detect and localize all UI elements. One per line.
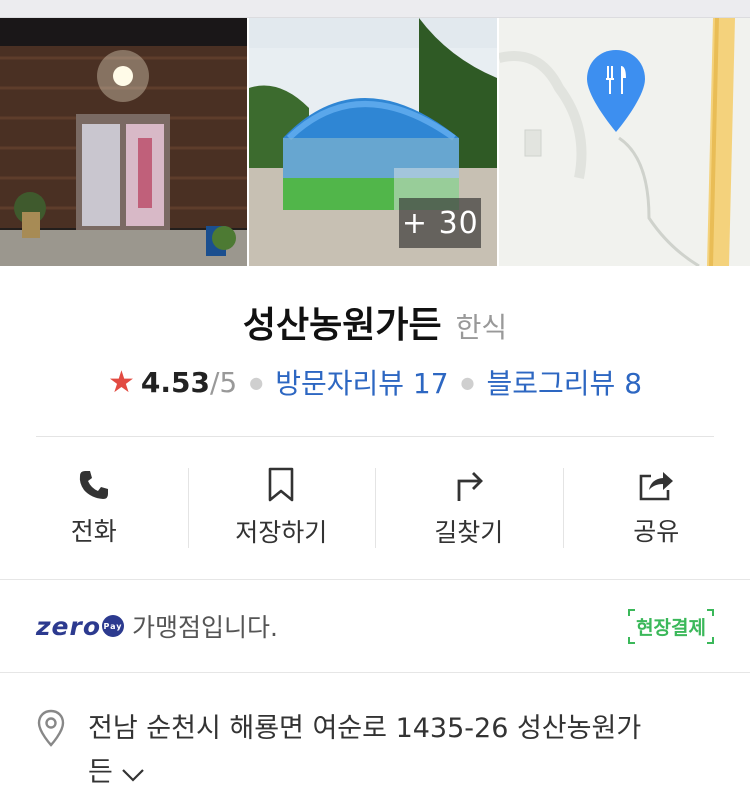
share-icon (637, 468, 675, 502)
share-button[interactable]: 공유 (562, 468, 750, 548)
restaurant-pin-icon[interactable] (585, 48, 647, 138)
address-text: 전남 순천시 해룡면 여순로 1435-26 성산농원가 든 (88, 707, 641, 786)
address-line-2-wrap: 든 (88, 751, 641, 786)
onsite-payment-label: 현장결제 (636, 616, 706, 639)
call-button[interactable]: 전화 (0, 468, 188, 548)
address-line-1: 전남 순천시 해룡면 여순로 1435-26 성산농원가 (88, 713, 642, 744)
zeropay-text: 가맹점입니다. (132, 613, 278, 642)
save-label: 저장하기 (235, 518, 328, 547)
zeropay-info: zero Pay 가맹점입니다. (36, 608, 278, 644)
address-line-2: 든 (88, 757, 113, 786)
zeropay-logo-badge: Pay (102, 615, 125, 637)
zeropay-logo: zero Pay (36, 611, 125, 641)
rating-out-of: /5 (209, 365, 238, 399)
save-button[interactable]: 저장하기 (187, 467, 376, 548)
photo-tent[interactable]: + 30 (249, 18, 497, 266)
storefront-image (0, 18, 248, 266)
zeropay-logo-text: zero (36, 611, 102, 641)
photo-storefront[interactable] (0, 18, 248, 266)
rating-score: 4.53 (140, 365, 210, 399)
location-pin-icon (36, 707, 70, 786)
chevron-down-icon[interactable] (121, 752, 145, 786)
title-line: 성산농원가든 한식 (0, 296, 750, 348)
directions-label: 길찾기 (434, 518, 504, 547)
separator-dot: ● (460, 372, 475, 392)
map-thumbnail[interactable] (498, 18, 750, 266)
photo-strip: + 30 (0, 18, 750, 266)
onsite-payment-badge: 현장결제 (628, 608, 714, 644)
blog-reviews-link[interactable]: 블로그리뷰 8 (487, 362, 643, 402)
rating-line: ★ 4.53 /5 ● 방문자리뷰 17 ● 블로그리뷰 8 (0, 362, 750, 402)
action-bar: 전화 저장하기 길찾기 공유 (0, 437, 750, 579)
place-category: 한식 (455, 311, 508, 344)
directions-icon (453, 467, 485, 503)
phone-icon (77, 468, 111, 502)
visitor-reviews-link[interactable]: 방문자리뷰 17 (275, 362, 448, 402)
directions-button[interactable]: 길찾기 (375, 468, 563, 548)
address-row[interactable]: 전남 순천시 해룡면 여순로 1435-26 성산농원가 든 (0, 673, 750, 786)
star-icon: ★ (107, 364, 135, 400)
separator-dot: ● (249, 372, 264, 392)
call-label: 전화 (70, 517, 117, 546)
bookmark-icon (266, 467, 296, 503)
place-name: 성산농원가든 (242, 305, 442, 346)
share-label: 공유 (633, 517, 680, 546)
top-bar (0, 0, 750, 18)
zeropay-row: zero Pay 가맹점입니다. 현장결제 (0, 580, 750, 672)
more-photos-badge[interactable]: + 30 (399, 198, 482, 248)
place-header: 성산농원가든 한식 ★ 4.53 /5 ● 방문자리뷰 17 ● 블로그리뷰 8 (0, 266, 750, 402)
